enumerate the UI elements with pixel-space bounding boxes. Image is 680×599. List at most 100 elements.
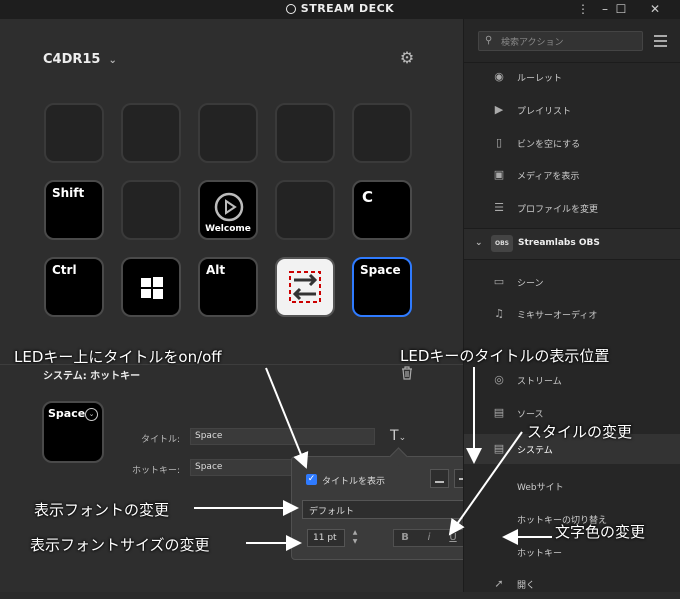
underline-button[interactable]: U (443, 529, 463, 547)
chevron-down-icon: ⌄ (108, 55, 117, 66)
action-show-media[interactable]: ▣ メディアを表示 (464, 160, 680, 190)
chevron-down-icon: ⌄ (398, 433, 407, 443)
key-r1c2[interactable] (121, 103, 181, 163)
annotation-font-size-change: 表示フォントサイズの変更 (30, 536, 210, 554)
action-label: ビンを空にする (517, 140, 581, 150)
font-size-input[interactable]: 11 pt (307, 529, 345, 547)
show-title-checkbox[interactable]: ✓ (306, 474, 317, 485)
source-icon: ▤ (493, 406, 505, 419)
profile-icon: ☰ (494, 201, 504, 214)
annotation-led-title-toggle: LEDキー上にタイトルをon/off (14, 348, 222, 366)
stream-icon: ◎ (494, 373, 504, 386)
action-scene[interactable]: ▭ シーン (464, 267, 680, 297)
chevron-down-icon[interactable]: ⌄ (85, 408, 98, 421)
search-icon: ⚲ (485, 35, 493, 46)
selected-key-preview[interactable]: Space ⌄ (42, 401, 104, 463)
key-windows[interactable] (121, 257, 181, 317)
list-view-icon[interactable] (654, 35, 667, 47)
title-bar: STREAM DECK ⋮ – ☐ ✕ (0, 0, 680, 19)
key-label: Welcome (205, 224, 251, 234)
key-shift[interactable]: Shift (44, 180, 104, 240)
show-title-label: タイトルを表示 (322, 477, 386, 487)
key-alt[interactable]: Alt (198, 257, 258, 317)
action-stream[interactable]: ◎ ストリーム (464, 365, 680, 395)
key-r1c5[interactable] (352, 103, 412, 163)
key-ctrl[interactable]: Ctrl (44, 257, 104, 317)
action-website[interactable]: Webサイト (464, 471, 680, 501)
key-label: Space (48, 407, 86, 420)
hotkey-input[interactable]: Space (190, 459, 300, 476)
action-empty-bin[interactable]: ▯ ビンを空にする (464, 128, 680, 158)
key-r1c4[interactable] (275, 103, 335, 163)
profile-selector[interactable]: C4DR15 ⌄ (43, 52, 117, 67)
action-label: 開く (517, 581, 536, 591)
font-size-stepper[interactable]: ▲ ▼ (350, 528, 360, 548)
system-icon: ▤ (493, 442, 505, 455)
key-r1c1[interactable] (44, 103, 104, 163)
action-label: メディアを表示 (517, 172, 580, 182)
action-open[interactable]: ➚ 開く (464, 569, 680, 599)
media-icon: ▣ (493, 168, 505, 181)
bin-icon: ▯ (495, 136, 503, 149)
key-label: Ctrl (52, 263, 77, 277)
switch-arrows-icon (289, 271, 321, 303)
close-icon[interactable]: ✕ (640, 0, 670, 19)
action-label: ストリーム (517, 377, 562, 387)
key-welcome[interactable]: Welcome (198, 180, 258, 240)
action-label: ホットキー (517, 549, 563, 559)
action-label: システム (517, 446, 553, 456)
elgato-logo-icon (214, 192, 244, 222)
gear-icon[interactable]: ⚙ (398, 49, 416, 67)
key-space[interactable]: Space (352, 257, 412, 317)
key-r2c4[interactable] (275, 180, 335, 240)
chevron-down-icon: ⌄ (475, 238, 483, 248)
hotkey-label: ホットキー: (131, 466, 180, 476)
app-title-text: STREAM DECK (300, 2, 395, 15)
annotation-font-change: 表示フォントの変更 (34, 501, 170, 519)
action-label: ソース (517, 410, 544, 420)
action-playlist[interactable]: ▶ プレイリスト (464, 95, 680, 125)
key-r2c2[interactable] (121, 180, 181, 240)
title-input[interactable]: Space (190, 428, 375, 445)
annotation-led-title-position: LEDキーのタイトルの表示位置 (400, 347, 610, 365)
action-label: シーン (517, 279, 544, 289)
bold-button[interactable]: B (395, 529, 415, 547)
trash-icon[interactable] (400, 366, 414, 380)
key-switch-profile[interactable] (275, 257, 335, 317)
maximize-icon[interactable]: ☐ (606, 0, 636, 19)
app-logo-icon (285, 4, 296, 14)
action-panel: ⚲ 検索アクション ◉ ルーレット ▶ プレイリスト ▯ ビンを空にする ▣ メディアを表… (463, 19, 680, 592)
key-label: C (362, 188, 374, 206)
properties-title: システム: ホットキー (43, 371, 141, 382)
italic-button[interactable]: i (419, 529, 439, 547)
font-value: デフォルト (309, 507, 355, 517)
key-c[interactable]: C (352, 180, 412, 240)
category-label: Streamlabs OBS (518, 238, 600, 248)
key-r1c3[interactable] (198, 103, 258, 163)
audio-mixer-icon: ♫ (494, 307, 504, 320)
key-label: Alt (206, 263, 226, 277)
action-search-input[interactable]: ⚲ 検索アクション (478, 31, 643, 51)
action-mixer-audio[interactable]: ♫ ミキサーオーディオ (464, 299, 680, 329)
search-placeholder: 検索アクション (501, 38, 564, 48)
action-change-profile[interactable]: ☰ プロファイルを変更 (464, 193, 680, 223)
action-label: プレイリスト (517, 107, 572, 117)
action-roulette[interactable]: ◉ ルーレット (464, 62, 680, 92)
action-label: ルーレット (517, 74, 563, 84)
key-label: Shift (52, 186, 85, 200)
title-style-button[interactable]: T⌄ (390, 428, 406, 444)
title-label: タイトル: (140, 435, 180, 445)
action-label: ミキサーオーディオ (517, 311, 598, 321)
streamlabs-obs-icon: OBS (491, 235, 513, 252)
action-label: プロファイルを変更 (517, 205, 599, 215)
action-label: Webサイト (517, 483, 564, 493)
category-streamlabs-obs[interactable]: ⌄ OBS Streamlabs OBS (464, 228, 680, 260)
align-bottom-button[interactable] (430, 469, 449, 488)
annotation-style-change: スタイルの変更 (527, 423, 633, 441)
rocket-icon: ➚ (494, 577, 504, 590)
windows-logo-icon (141, 277, 163, 299)
playlist-icon: ▶ (494, 103, 504, 116)
roulette-icon: ◉ (494, 70, 504, 83)
scene-icon: ▭ (493, 275, 505, 288)
annotation-text-color-change: 文字色の変更 (555, 523, 646, 541)
